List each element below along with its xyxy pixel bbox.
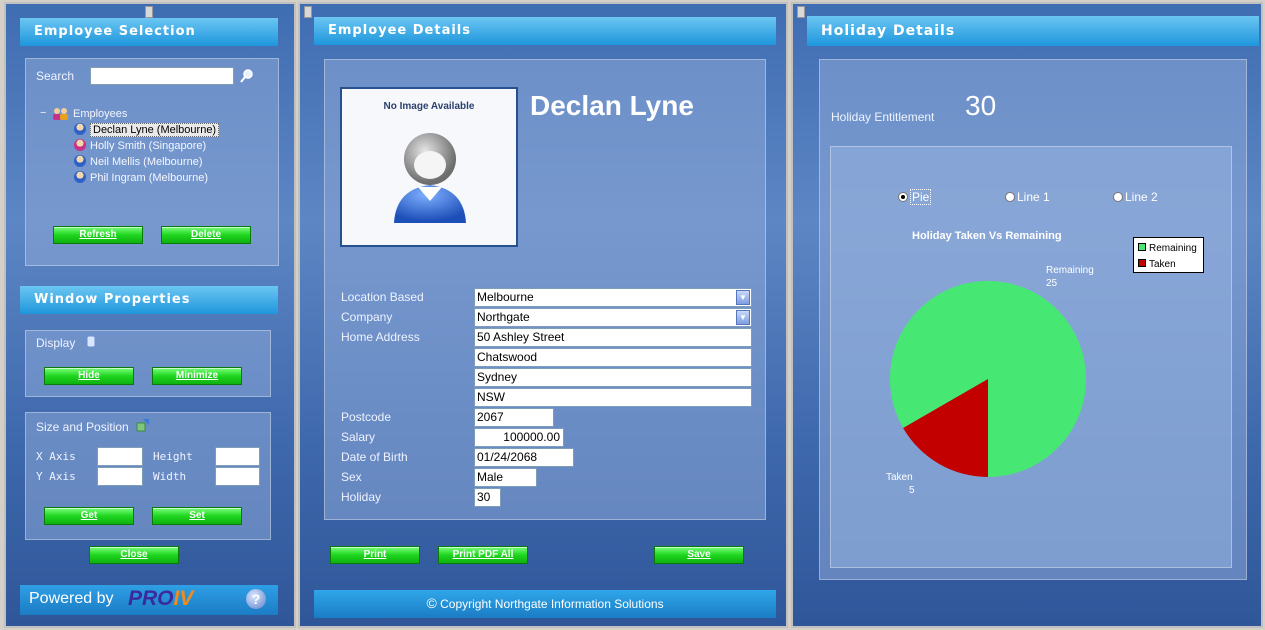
employee-selection-title: Employee Selection	[20, 18, 278, 46]
chevron-down-icon[interactable]: ▼	[736, 290, 750, 305]
drag-handle[interactable]	[304, 6, 312, 18]
radio-line2[interactable]: Line 2	[1113, 190, 1158, 204]
employee-name: Declan Lyne	[530, 90, 694, 121]
user-icon	[74, 123, 86, 135]
holiday-entitlement-value: 30	[965, 90, 997, 121]
address-line3-input[interactable]: Sydney	[474, 368, 752, 387]
pie-label-value: 5	[909, 485, 915, 496]
employees-group-icon	[53, 108, 68, 120]
employee-photo: No Image Available	[340, 87, 518, 247]
pie-label-name: Taken	[886, 472, 913, 483]
pie-chart: Remaining 25 Taken 5	[886, 265, 1094, 496]
close-button[interactable]: Close	[89, 546, 179, 564]
postcode-label: Postcode	[341, 410, 392, 424]
dob-input[interactable]: 01/24/2068	[474, 448, 574, 467]
radio-line1[interactable]: Line 1	[1005, 190, 1050, 204]
size-position-icon	[136, 419, 149, 432]
holiday-input[interactable]: 30	[474, 488, 501, 507]
minimize-button[interactable]: Minimize	[152, 367, 242, 385]
tree-item-employee[interactable]: Neil Mellis (Melbourne)	[74, 155, 202, 168]
print-pdf-all-button[interactable]: Print PDF All	[438, 546, 528, 564]
hide-button[interactable]: Hide	[44, 367, 134, 385]
employee-details-title: Employee Details	[314, 17, 776, 45]
powered-by-footer: Powered by PROIV ?	[20, 585, 278, 615]
no-image-text: No Image Available	[383, 101, 475, 112]
tree-item-employee[interactable]: Declan Lyne (Melbourne)	[74, 123, 220, 137]
width-input[interactable]	[215, 467, 260, 486]
location-label: Location Based	[341, 290, 424, 304]
y-axis-input[interactable]	[97, 467, 143, 486]
user-icon	[74, 171, 86, 183]
holiday-details-panel: Holiday Details Holiday Entitlement 30 P…	[791, 2, 1263, 628]
width-label: Width	[153, 470, 187, 483]
tree-root-employees[interactable]: Employees	[73, 108, 127, 120]
sex-label: Sex	[341, 470, 362, 484]
delete-button[interactable]: Delete	[161, 226, 251, 244]
person-placeholder-icon	[394, 133, 466, 223]
y-axis-label: Y Axis	[36, 470, 76, 483]
display-icon	[86, 335, 96, 348]
height-input[interactable]	[215, 447, 260, 466]
holiday-entitlement-label: Holiday Entitlement	[831, 110, 935, 124]
employee-details-panel: Employee Details No Image Available Decl…	[298, 2, 788, 628]
tree-collapse-icon[interactable]: −	[40, 107, 46, 119]
tree-item-employee[interactable]: Holly Smith (Singapore)	[74, 139, 206, 152]
proiv-logo: PROIV	[128, 587, 194, 610]
holiday-details-title: Holiday Details	[807, 16, 1259, 46]
help-icon[interactable]: ?	[246, 589, 266, 609]
pie-label-value: 25	[1046, 278, 1058, 289]
company-label: Company	[341, 310, 393, 324]
display-label: Display	[36, 336, 76, 350]
address-line1-input[interactable]: 50 Ashley Street	[474, 328, 752, 347]
tree-item-employee[interactable]: Phil Ingram (Melbourne)	[74, 171, 208, 184]
x-axis-input[interactable]	[97, 447, 143, 466]
refresh-button[interactable]: Refresh	[53, 226, 143, 244]
sex-input[interactable]: Male	[474, 468, 537, 487]
x-axis-label: X Axis	[36, 450, 76, 463]
search-icon[interactable]	[239, 68, 255, 84]
drag-handle[interactable]	[145, 6, 153, 18]
salary-input[interactable]: 100000.00	[474, 428, 564, 447]
dob-label: Date of Birth	[341, 450, 408, 464]
save-button[interactable]: Save	[654, 546, 744, 564]
chart-title: Holiday Taken Vs Remaining	[912, 230, 1062, 242]
postcode-input[interactable]: 2067	[474, 408, 554, 427]
radio-pie[interactable]: Pie	[898, 189, 932, 205]
print-button[interactable]: Print	[330, 546, 420, 564]
copyright-icon: ©	[426, 595, 437, 611]
employee-selection-panel: Employee Selection Search − Employees De…	[4, 2, 296, 628]
set-button[interactable]: Set	[152, 507, 242, 525]
address-label: Home Address	[341, 330, 420, 344]
copyright-text: Copyright Northgate Information Solution…	[440, 597, 664, 611]
salary-label: Salary	[341, 430, 376, 444]
height-label: Height	[153, 450, 193, 463]
pie-label-name: Remaining	[1046, 265, 1094, 276]
window-properties-title: Window Properties	[20, 286, 278, 314]
holiday-label: Holiday	[341, 490, 382, 504]
company-select[interactable]: Northgate ▼	[474, 308, 752, 327]
get-button[interactable]: Get	[44, 507, 134, 525]
drag-handle[interactable]	[797, 6, 805, 18]
user-icon	[74, 155, 86, 167]
search-input[interactable]	[90, 67, 234, 85]
address-line4-input[interactable]: NSW	[474, 388, 752, 407]
chevron-down-icon[interactable]: ▼	[736, 310, 750, 325]
user-female-icon	[74, 139, 86, 151]
powered-by-text: Powered by	[29, 590, 114, 607]
search-label: Search	[36, 69, 75, 83]
address-line2-input[interactable]: Chatswood	[474, 348, 752, 367]
size-position-label: Size and Position	[36, 420, 129, 434]
location-select[interactable]: Melbourne ▼	[474, 288, 752, 307]
copyright-footer: © Copyright Northgate Information Soluti…	[314, 590, 776, 618]
